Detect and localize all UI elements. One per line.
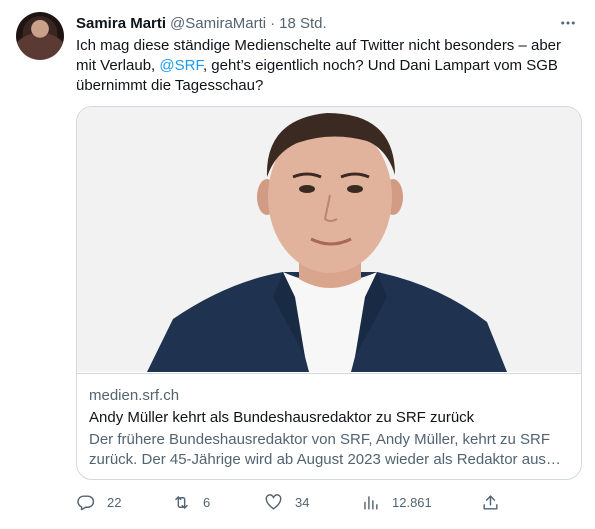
separator-dot: ·	[270, 14, 276, 32]
retweet-count: 6	[203, 494, 211, 510]
like-button[interactable]: 34	[264, 490, 309, 514]
views-button[interactable]: 12.861	[361, 490, 432, 514]
card-image[interactable]	[77, 107, 581, 372]
card-info[interactable]: medien.srf.ch Andy Müller kehrt als Bund…	[77, 373, 581, 479]
card-description: Der frühere Bundeshausredaktor von SRF, …	[89, 431, 561, 468]
tweet-actions: 22 6 34 12.861	[76, 490, 506, 514]
like-count: 34	[295, 494, 310, 510]
more-options-button[interactable]	[557, 12, 579, 34]
reply-button[interactable]: 22	[76, 490, 121, 514]
views-chart-icon	[364, 495, 378, 510]
link-card[interactable]: medien.srf.ch Andy Müller kehrt als Bund…	[76, 106, 582, 480]
tweet-text: Ich mag diese ständige Medienschelte auf…	[76, 36, 581, 96]
tweet[interactable]: Samira Marti @SamiraMarti · 18 Std. Ich …	[0, 0, 595, 529]
author-handle[interactable]: @SamiraMarti	[170, 15, 266, 32]
portrait-photo	[77, 107, 581, 372]
reply-icon	[77, 494, 95, 510]
reply-count: 22	[107, 494, 122, 510]
share-icon	[483, 494, 498, 510]
retweet-icon	[175, 495, 188, 509]
author-name[interactable]: Samira Marti	[76, 15, 166, 32]
tweet-time[interactable]: 18 Std.	[279, 15, 327, 32]
view-count: 12.861	[392, 494, 432, 510]
heart-icon	[265, 493, 282, 510]
share-button[interactable]	[481, 490, 500, 514]
more-horizontal-icon	[561, 21, 575, 25]
tweet-header: Samira Marti @SamiraMarti · 18 Std.	[76, 13, 327, 33]
mention-link[interactable]: @SRF	[159, 57, 203, 74]
retweet-button[interactable]: 6	[172, 490, 210, 514]
avatar[interactable]	[16, 12, 64, 60]
card-title: Andy Müller kehrt als Bundeshausredaktor…	[89, 409, 475, 426]
card-domain: medien.srf.ch	[89, 387, 180, 404]
